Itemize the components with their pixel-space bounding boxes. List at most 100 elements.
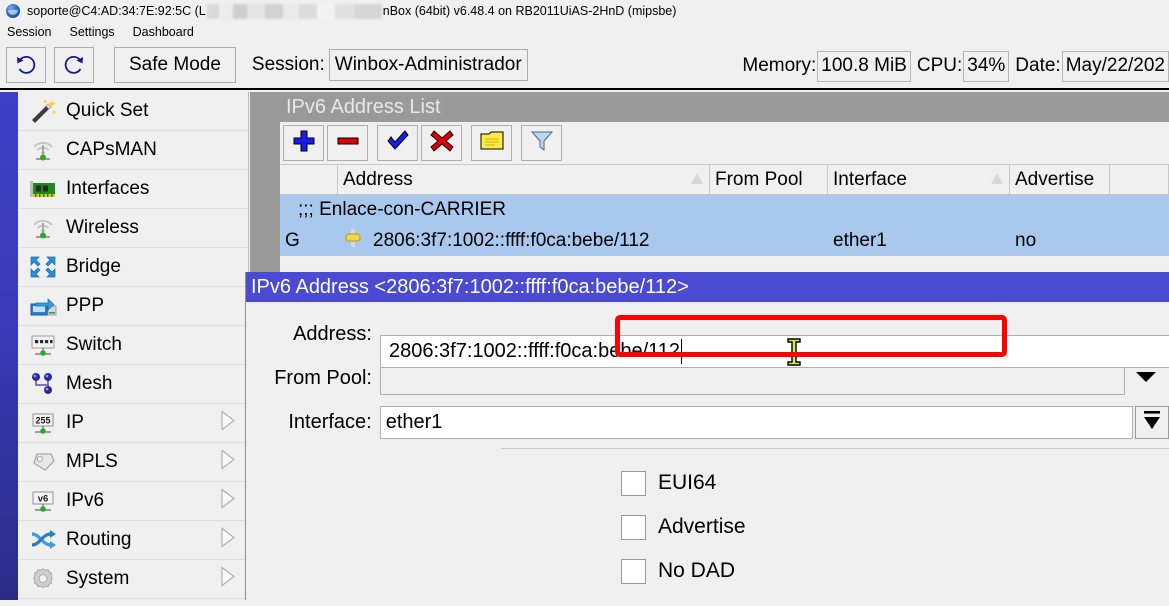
sidebar-item-bridge[interactable]: Bridge: [18, 248, 248, 287]
redo-button[interactable]: [54, 47, 94, 83]
title-suffix: nBox (64bit) v6.48.4 on RB2011UiAS-2HnD …: [383, 4, 677, 18]
sidebar-item-mpls[interactable]: MPLS: [18, 443, 248, 482]
filter-button[interactable]: [521, 125, 562, 161]
sidebar-label: IPv6: [66, 490, 104, 512]
sidebar-item-mesh[interactable]: Mesh: [18, 365, 248, 404]
no-dad-checkbox[interactable]: [621, 559, 646, 584]
sidebar-item-ipv6[interactable]: v6 IPv6: [18, 482, 248, 521]
sidebar-label: Quick Set: [66, 100, 148, 122]
cross-icon: [429, 128, 455, 159]
ipv6-address-list-window: IPv6 Address List: [280, 92, 1169, 276]
switch-icon: [26, 330, 60, 360]
main-area: WinBox Quick Set: [0, 92, 1169, 600]
window-title-bar: soporte@C4:AD:34:7E:92:5C (L nBox (64bit…: [0, 0, 1169, 22]
undo-arrow-icon: [14, 53, 38, 77]
sidebar-label: PPP: [66, 295, 104, 317]
sidebar-item-interfaces[interactable]: Interfaces: [18, 170, 248, 209]
row-advertise: no: [1010, 225, 1110, 256]
svg-text:255: 255: [35, 416, 50, 426]
interface-row: Interface: ether1: [246, 404, 1169, 441]
text-ibeam-cursor: [785, 337, 803, 367]
menu-item-dashboard[interactable]: Dashboard: [133, 25, 204, 39]
column-header-interface-label: Interface: [833, 169, 907, 191]
chevron-down-icon: [1133, 368, 1159, 389]
chevron-right-icon: [220, 449, 236, 476]
row-address-text: 2806:3f7:1002::ffff:f0ca:bebe/112: [373, 230, 649, 252]
title-prefix: soporte@C4:AD:34:7E:92:5C (L: [27, 4, 206, 18]
interface-value: ether1: [386, 411, 443, 434]
menu-item-settings[interactable]: Settings: [69, 25, 124, 39]
sidebar-label: Routing: [66, 529, 132, 551]
memory-value: 100.8 MiB: [817, 51, 911, 82]
sidebar-item-switch[interactable]: Switch: [18, 326, 248, 365]
date-label: Date:: [1009, 55, 1061, 77]
sidebar-item-ppp[interactable]: PPP: [18, 287, 248, 326]
menu-bar: Session Settings Dashboard: [0, 22, 1169, 42]
date-value: May/22/202: [1062, 51, 1169, 82]
window-left-gutter: [250, 92, 280, 276]
memory-label: Memory:: [736, 55, 817, 77]
session-value-text: Winbox-Administrador: [335, 54, 522, 76]
minus-icon: [335, 128, 361, 159]
wireless-signal-icon: [26, 135, 60, 165]
advertise-checkbox[interactable]: [621, 515, 646, 540]
sort-arrow-icon: [690, 172, 704, 184]
undo-button[interactable]: [6, 47, 46, 83]
address-input[interactable]: 2806:3f7:1002::ffff:f0ca:bebe/112: [380, 335, 1169, 368]
enable-button[interactable]: [377, 125, 418, 161]
table-row[interactable]: G 2806:3f7:1002::ffff:f0ca:bebe/112 ethe…: [280, 225, 1169, 256]
row-interface: ether1: [828, 225, 1010, 256]
interface-label: Interface:: [246, 411, 380, 434]
sidebar-item-system[interactable]: System: [18, 560, 248, 599]
remove-button[interactable]: [327, 125, 368, 161]
winbox-globe-icon: [6, 4, 20, 18]
sidebar-item-wireless[interactable]: Wireless: [18, 209, 248, 248]
redo-arrow-icon: [62, 53, 86, 77]
cpu-value: 34%: [963, 51, 1009, 82]
winbox-side-strip: WinBox: [0, 92, 18, 600]
advertise-label: Advertise: [658, 515, 746, 539]
sidebar-menu: Quick Set CAPsMAN: [18, 92, 249, 600]
row-flag: G: [280, 225, 338, 256]
note-icon: [479, 128, 505, 159]
check-icon: [385, 128, 411, 159]
from-pool-label: From Pool:: [246, 367, 380, 390]
network-card-icon: [26, 174, 60, 204]
interface-input[interactable]: ether1: [380, 406, 1133, 439]
mesh-nodes-icon: [26, 369, 60, 399]
row-from-pool: [710, 225, 828, 256]
plus-icon: [291, 128, 317, 159]
ipv6-address-list-title: IPv6 Address List: [280, 92, 1169, 122]
menu-item-session[interactable]: Session: [7, 25, 61, 39]
interface-dropdown-button[interactable]: [1135, 406, 1169, 439]
sidebar-label: Mesh: [66, 373, 112, 395]
no-dad-label: No DAD: [658, 559, 735, 583]
session-value-field[interactable]: Winbox-Administrador: [329, 49, 528, 81]
sort-arrow-icon: [990, 172, 1004, 184]
eui64-checkbox[interactable]: [621, 471, 646, 496]
ipv6-address-table: Address From Pool Interface Advertise ;;…: [280, 164, 1169, 256]
column-header-interface[interactable]: Interface: [828, 164, 1010, 195]
sidebar-item-routing[interactable]: Routing: [18, 521, 248, 560]
advertise-row: Advertise: [246, 505, 1169, 549]
column-header-from-pool[interactable]: From Pool: [710, 164, 828, 195]
column-header-advertise[interactable]: Advertise: [1010, 164, 1110, 195]
comment-button[interactable]: [471, 125, 512, 161]
column-header-address[interactable]: Address: [338, 164, 710, 195]
sidebar-item-capsman[interactable]: CAPsMAN: [18, 131, 248, 170]
ppp-icon: [26, 291, 60, 321]
column-header-address-label: Address: [343, 169, 413, 191]
add-button[interactable]: [283, 125, 324, 161]
sidebar-item-ip[interactable]: 255 IP: [18, 404, 248, 443]
chevron-right-icon: [220, 488, 236, 515]
column-header-flags[interactable]: [280, 164, 338, 195]
sidebar-label: CAPsMAN: [66, 139, 157, 161]
safe-mode-button[interactable]: Safe Mode: [114, 47, 236, 83]
address-row: Address: 2806:3f7:1002::ffff:f0ca:bebe/1…: [246, 316, 1169, 353]
table-comment-row[interactable]: ;;; Enlace-con-CARRIER: [280, 195, 1169, 225]
mpls-tag-icon: [26, 447, 60, 477]
status-indicators: Memory: 100.8 MiB CPU: 34% Date: May/22/…: [736, 42, 1169, 90]
session-label: Session:: [252, 54, 325, 76]
sidebar-item-quick-set[interactable]: Quick Set: [18, 92, 248, 131]
disable-button[interactable]: [421, 125, 462, 161]
